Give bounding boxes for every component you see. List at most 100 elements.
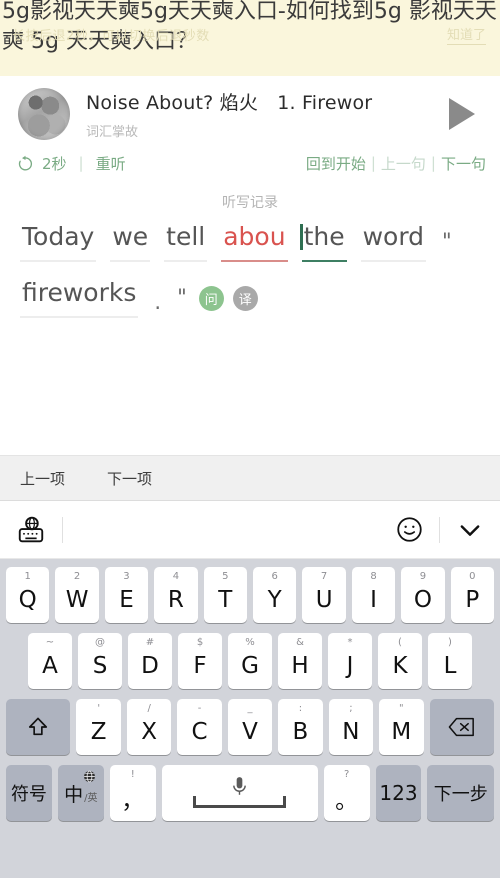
key-w[interactable]: 2W (55, 567, 99, 623)
next-step-key[interactable]: 下一步 (427, 765, 494, 821)
space-key[interactable] (161, 765, 318, 821)
key-a[interactable]: ~ A (28, 633, 72, 689)
backspace-key[interactable] (429, 699, 494, 755)
key-hint: 3 (123, 571, 130, 582)
key-i[interactable]: 8I (351, 567, 396, 623)
key-hint: $ (196, 637, 204, 648)
key-hint: _ (247, 703, 253, 714)
key-label: V (242, 718, 258, 745)
key-hint: 1 (24, 571, 31, 582)
key-label: 。 (335, 787, 359, 814)
back-to-start-button[interactable]: 回到开始 (306, 153, 366, 174)
key-o[interactable]: 9O (401, 567, 445, 623)
key-g[interactable]: % G (228, 633, 272, 689)
dictation-word[interactable]: word (360, 222, 427, 262)
key-e[interactable]: 3E (104, 567, 149, 623)
prev-item-button[interactable]: 上一项 (20, 468, 65, 489)
ask-chip[interactable]: 问 (198, 286, 224, 311)
translate-chip[interactable]: 译 (232, 286, 258, 311)
rewind-seconds-label[interactable]: 2秒 (42, 153, 67, 174)
key-hint: & (296, 637, 304, 648)
key-x[interactable]: / X (126, 699, 172, 755)
keyboard-toolbar (0, 501, 500, 559)
track-meta: Noise About? 焰火 1. Firewor 词汇掌故 (86, 88, 434, 140)
key-m[interactable]: " M (379, 699, 424, 755)
avatar (18, 88, 70, 140)
key-label: ， (121, 787, 145, 814)
key-hint: ? (343, 769, 350, 780)
key-label: 符号 (10, 784, 47, 805)
key-j[interactable]: * J (328, 633, 372, 689)
period-key[interactable]: ? 。 (323, 765, 370, 821)
hint-dismiss-button[interactable]: 知道了 (446, 24, 486, 45)
prev-sentence-button[interactable]: 上一句 (381, 153, 426, 174)
key-label: 123 (379, 781, 418, 805)
dictation-word-active[interactable]: the (299, 222, 347, 262)
symbols-key[interactable]: 符号 (6, 765, 52, 821)
key-hint: % (245, 637, 255, 648)
key-label: G (241, 652, 259, 679)
dictation-line-1: Today we tell abou the word " (20, 222, 484, 262)
rewind-2s-icon[interactable] (16, 154, 35, 173)
shift-arrow-icon (29, 717, 48, 736)
key-z[interactable]: ' Z (76, 699, 121, 755)
smiley-face-icon[interactable] (396, 516, 423, 543)
key-r[interactable]: 4R (154, 567, 198, 623)
key-p[interactable]: 0P (450, 567, 495, 623)
key-u[interactable]: 7U (302, 567, 346, 623)
replay-button[interactable]: 重听 (96, 153, 126, 174)
dictation-word[interactable]: tell (164, 222, 208, 262)
key-hint: 2 (73, 571, 81, 582)
key-k[interactable]: (K (378, 633, 422, 689)
play-button[interactable] (440, 92, 484, 136)
keyboard-row-3: ' Z / X -C _ V :B ; N " M (3, 699, 497, 755)
next-sentence-button[interactable]: 下一句 (441, 153, 486, 174)
key-hint: ~ (45, 637, 55, 648)
key-label: I (370, 586, 377, 613)
text-caret (299, 224, 303, 250)
comma-key[interactable]: ! ， (109, 765, 156, 821)
next-item-button[interactable]: 下一项 (107, 468, 152, 489)
item-navigation-bar: 上一项 下一项 (0, 455, 500, 501)
key-s[interactable]: @ S (78, 633, 122, 689)
dictation-word[interactable]: we (110, 222, 151, 262)
key-v[interactable]: _ V (227, 699, 273, 755)
key-label: Y (267, 586, 282, 613)
chevron-down-icon[interactable] (456, 516, 484, 544)
key-l[interactable]: ) L (428, 633, 472, 689)
track-subtitle: 词汇掌故 (86, 125, 139, 140)
track-title: Noise About? 焰火 1. Firewor (86, 92, 373, 114)
dictation-heading: 听写记录 (222, 195, 278, 211)
language-toggle-key[interactable]: 中 /英 (57, 765, 104, 821)
key-label: H (291, 652, 309, 679)
dictation-word[interactable]: fireworks (20, 278, 139, 318)
key-t[interactable]: 5T (203, 567, 247, 623)
app-content: Noise About? 焰火 1. Firewor 词汇掌故 2秒 | 重听 … (0, 76, 500, 455)
key-q[interactable]: 1Q (5, 567, 50, 623)
key-hint: / (147, 703, 151, 714)
dictation-quote-mark: " (177, 285, 187, 309)
key-hint: # (145, 637, 155, 648)
dictation-word[interactable]: Today (20, 222, 97, 262)
key-label: 下一步 (433, 784, 488, 805)
key-label: E (119, 586, 134, 613)
key-label: T (218, 586, 233, 613)
shift-key[interactable] (6, 699, 71, 755)
key-d[interactable]: # D (128, 633, 172, 689)
key-hint: 7 (320, 571, 328, 582)
keyboard-row-4: 符号 中 /英 ! ， ? 。 123 下一步 (3, 765, 497, 821)
globe-keyboard-icon[interactable] (16, 515, 46, 545)
key-label: F (193, 652, 207, 679)
key-y[interactable]: 6Y (253, 567, 297, 623)
key-h[interactable]: & H (278, 633, 322, 689)
key-hint: 4 (172, 571, 180, 582)
key-b[interactable]: :B (278, 699, 323, 755)
dictation-word-active-text: the (303, 222, 345, 251)
numbers-key[interactable]: 123 (375, 765, 422, 821)
dictation-area: Today we tell abou the word " fireworks … (0, 212, 500, 318)
key-f[interactable]: $ F (178, 633, 222, 689)
key-c[interactable]: -C (177, 699, 222, 755)
dictation-word-error[interactable]: abou (221, 222, 288, 262)
playback-controls: 2秒 | 重听 回到开始 | 上一句 | 下一句 (0, 142, 500, 176)
key-n[interactable]: ; N (328, 699, 374, 755)
